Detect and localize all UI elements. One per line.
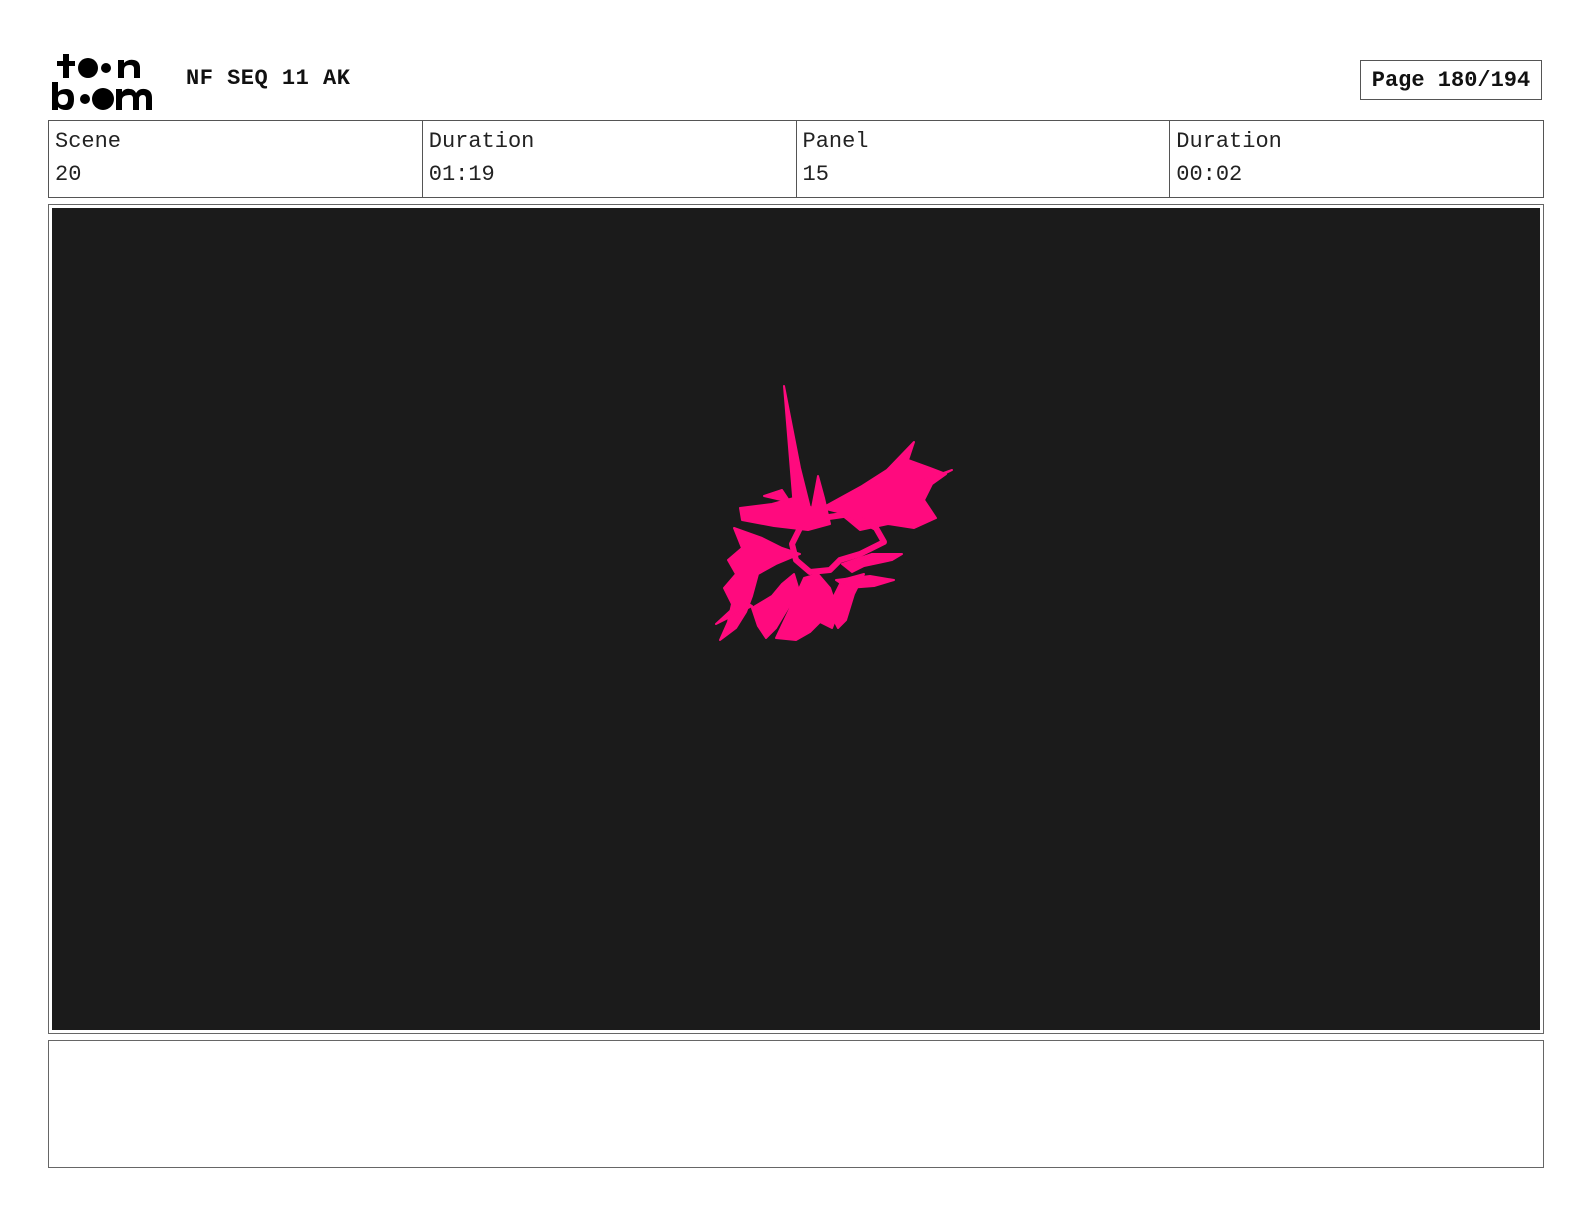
panel-frame <box>48 204 1544 1034</box>
panel-notes <box>48 1040 1544 1168</box>
panel-image <box>52 208 1540 1030</box>
project-title: NF SEQ 11 AK <box>186 66 351 91</box>
scene-label: Scene <box>55 129 122 154</box>
page-indicator: Page 180/194 <box>1360 60 1542 100</box>
panel-info-table: Scene 20 Duration 01:19 Panel 15 Duratio… <box>48 120 1544 198</box>
scene-duration-label: Duration <box>428 129 535 154</box>
panel-duration-label: Duration <box>1176 129 1282 154</box>
explosion-burst-icon <box>715 385 953 641</box>
scene-cell: Scene 20 <box>49 121 423 197</box>
panel-cell: Panel 15 <box>797 121 1171 197</box>
panel-duration-cell: Duration 00:02 <box>1170 121 1543 197</box>
panel-value: 15 <box>802 162 829 187</box>
scene-duration-cell: Duration 01:19 <box>423 121 797 197</box>
toonboom-logo <box>52 52 164 112</box>
scene-duration-value: 01:19 <box>428 162 495 187</box>
scene-value: 20 <box>55 162 82 187</box>
panel-duration-value: 00:02 <box>1176 162 1243 187</box>
panel-label: Panel <box>802 129 869 154</box>
